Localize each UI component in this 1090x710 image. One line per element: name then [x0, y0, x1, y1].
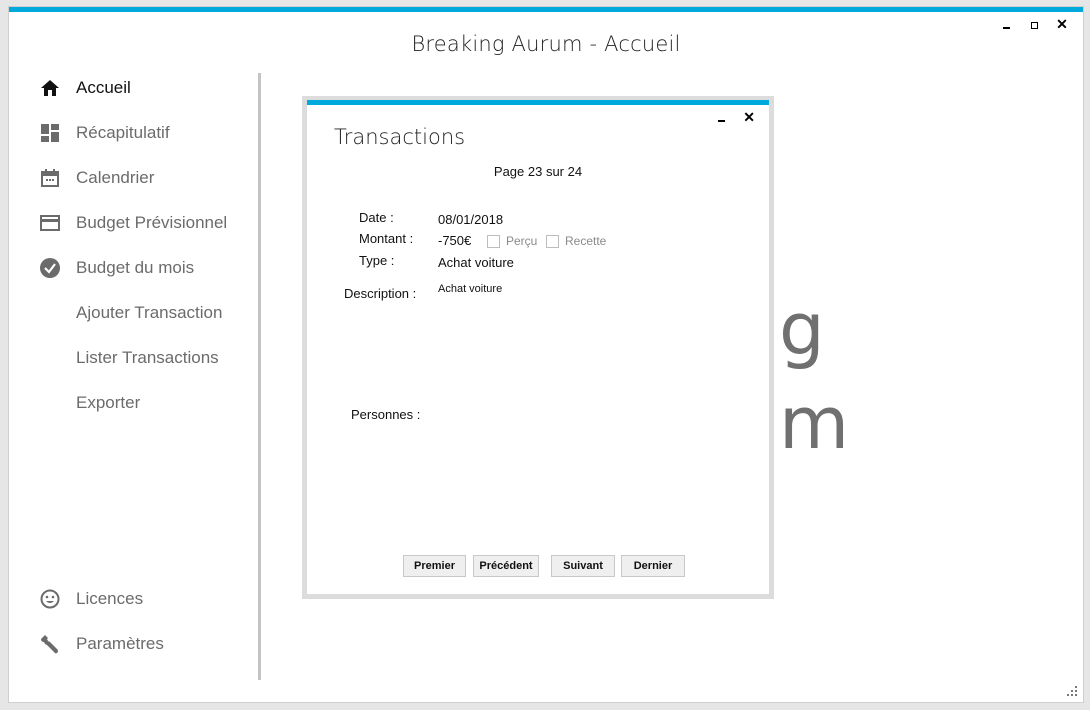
sidebar-item-lister-transactions[interactable]: Lister Transactions [76, 345, 219, 371]
sidebar-item-recapitulatif[interactable]: Récapitulatif [39, 120, 170, 146]
modal-controls: ✕ [718, 109, 755, 125]
sidebar-item-label: Exporter [76, 393, 141, 412]
amount-label: Montant : [359, 231, 414, 246]
page-indicator: Page 23 sur 24 [493, 164, 583, 179]
check-circle-icon [39, 257, 61, 279]
dashboard-icon [39, 122, 61, 144]
type-label: Type : [359, 253, 395, 268]
sidebar-item-budget-previsionnel[interactable]: Budget Prévisionnel [39, 210, 227, 236]
received-checkbox[interactable]: Perçu [487, 234, 537, 248]
minimize-icon [1002, 27, 1010, 29]
close-icon: ✕ [1056, 16, 1068, 32]
sidebar-item-label: Budget du mois [76, 258, 195, 277]
window-title: Breaking Aurum - Accueil [411, 32, 681, 56]
smiley-icon [39, 588, 61, 610]
last-page-button[interactable]: Dernier [621, 555, 685, 577]
transactions-dialog: ✕ Transactions Page 23 sur 24 Date : 08/… [307, 100, 769, 594]
sidebar-item-label: Budget Prévisionnel [76, 213, 228, 232]
close-button[interactable]: ✕ [1055, 17, 1069, 32]
persons-label: Personnes : [351, 407, 421, 422]
previous-page-button[interactable]: Précédent [473, 555, 539, 577]
maximize-button[interactable] [1027, 17, 1041, 32]
modal-close-button[interactable]: ✕ [743, 109, 755, 125]
modal-minimize-button[interactable] [718, 109, 726, 125]
checkbox-box[interactable] [487, 234, 500, 248]
sidebar-item-label: Accueil [76, 78, 131, 97]
home-icon [39, 77, 61, 99]
date-label: Date : [359, 210, 394, 225]
minimize-icon [718, 120, 726, 122]
window-controls: ✕ [999, 17, 1069, 32]
calendar-icon [39, 167, 61, 189]
first-page-button[interactable]: Premier [403, 555, 466, 577]
sidebar-item-exporter[interactable]: Exporter [76, 390, 140, 416]
type-value: Achat voiture [438, 255, 514, 270]
received-label: Perçu [506, 234, 538, 248]
background-title-fragment: g [779, 287, 825, 371]
sidebar-item-accueil[interactable]: Accueil [39, 75, 131, 101]
wrench-icon [39, 633, 61, 655]
sidebar-item-ajouter-transaction[interactable]: Ajouter Transaction [76, 300, 222, 326]
maximize-icon [1030, 22, 1038, 29]
sidebar-item-label: Calendrier [76, 168, 155, 187]
window-accent-bar [9, 7, 1083, 12]
sidebar-item-label: Licences [76, 589, 144, 608]
sidebar-item-label: Paramètres [76, 634, 164, 653]
sidebar-item-label: Récapitulatif [76, 123, 170, 142]
description-label: Description : [344, 286, 417, 301]
sidebar-item-licences[interactable]: Licences [39, 586, 143, 612]
date-value: 08/01/2018 [438, 212, 504, 227]
sidebar-divider [258, 73, 261, 680]
background-title-fragment: m [779, 381, 850, 465]
sidebar-item-parametres[interactable]: Paramètres [39, 631, 164, 657]
modal-title: Transactions [334, 125, 466, 149]
amount-value: -750€ [438, 233, 472, 248]
modal-accent-bar [307, 100, 769, 105]
income-checkbox[interactable]: Recette [546, 234, 606, 248]
close-icon: ✕ [743, 109, 755, 125]
credit-card-icon [39, 212, 61, 234]
sidebar-item-label: Ajouter Transaction [76, 303, 223, 322]
sidebar-item-label: Lister Transactions [76, 348, 219, 367]
sidebar-item-budget-du-mois[interactable]: Budget du mois [39, 255, 194, 281]
income-label: Recette [565, 234, 607, 248]
checkbox-box[interactable] [546, 234, 559, 248]
description-value: Achat voiture [438, 283, 503, 295]
minimize-button[interactable] [999, 17, 1013, 32]
sidebar-item-calendrier[interactable]: Calendrier [39, 165, 154, 191]
resize-grip[interactable] [1067, 686, 1077, 696]
next-page-button[interactable]: Suivant [551, 555, 615, 577]
